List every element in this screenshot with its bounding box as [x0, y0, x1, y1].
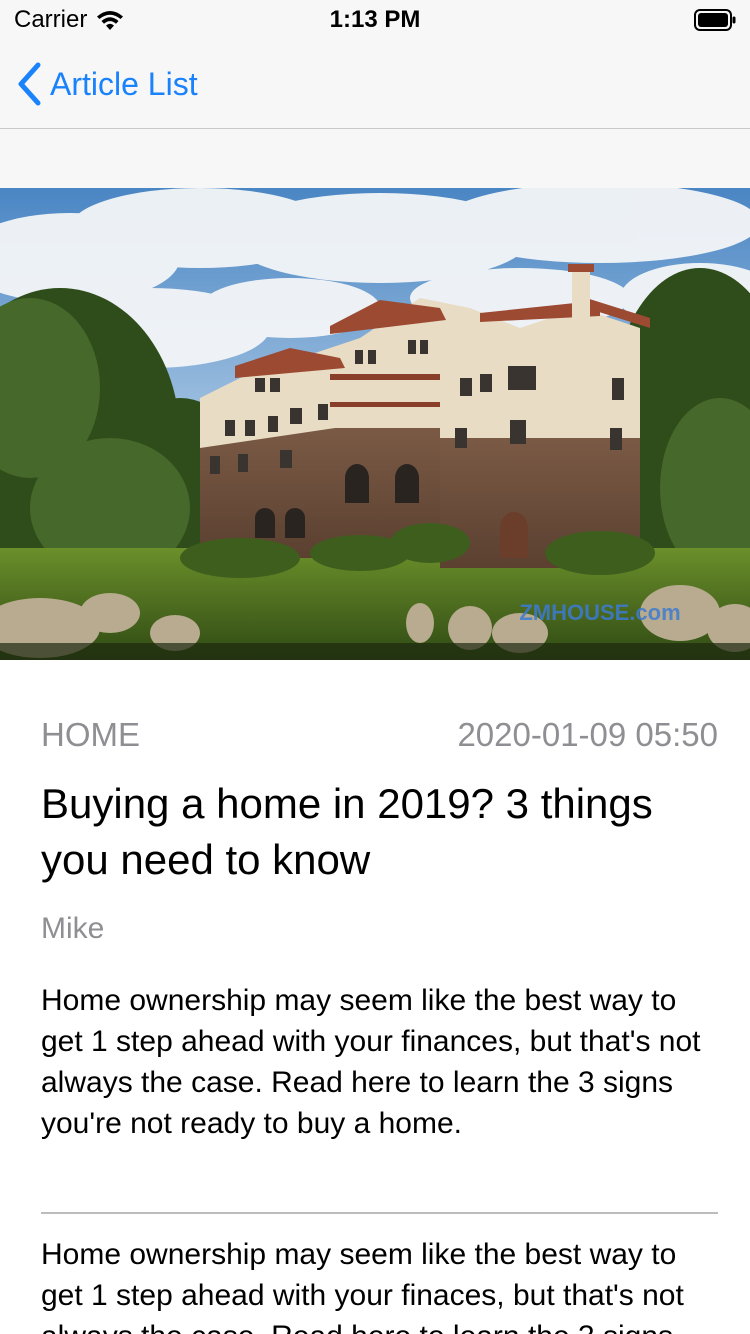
- back-button-label: Article List: [50, 65, 198, 102]
- article-detail-screen: Carrier 1:13 PM Article List ZMHOUSE.com…: [0, 0, 750, 1334]
- house-illustration: ZMHOUSE.com: [0, 188, 750, 660]
- article-hero-image: ZMHOUSE.com: [0, 188, 750, 660]
- header-spacer: [0, 129, 750, 188]
- navigation-bar: Article List: [0, 40, 750, 129]
- article-meta: HOME 2020-01-09 05:50: [41, 716, 718, 754]
- back-button[interactable]: Article List: [16, 62, 198, 106]
- battery-icon: [694, 9, 736, 31]
- article-body: Home ownership may seem like the best wa…: [41, 1238, 684, 1334]
- divider: [41, 1212, 718, 1214]
- article-title: Buying a home in 2019? 3 things you need…: [41, 780, 653, 883]
- chevron-left-icon: [18, 62, 41, 106]
- article-category: HOME: [41, 716, 140, 753]
- status-time: 1:13 PM: [329, 6, 421, 33]
- article-summary: Home ownership may seem like the best wa…: [41, 984, 701, 1140]
- article-content: HOME 2020-01-09 05:50 Buying a home in 2…: [0, 660, 750, 1334]
- article-author: Mike: [41, 912, 105, 945]
- status-bar: Carrier 1:13 PM: [0, 0, 750, 40]
- article-date: 2020-01-09 05:50: [457, 716, 718, 753]
- image-watermark: ZMHOUSE.com: [519, 600, 680, 625]
